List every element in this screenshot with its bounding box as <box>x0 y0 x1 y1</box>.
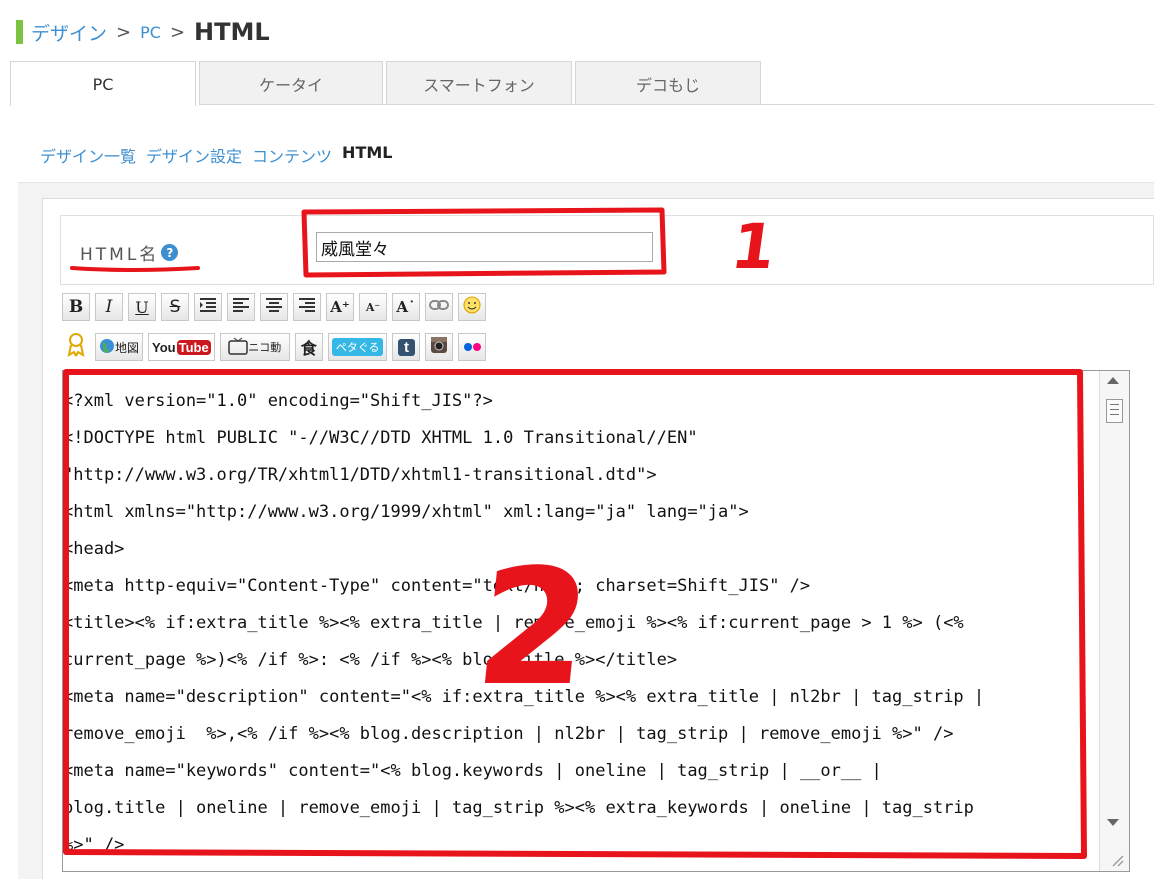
camera-icon <box>430 336 448 358</box>
tabs-divider <box>200 104 1154 105</box>
breadcrumb: デザイン > PC > HTML <box>16 18 270 46</box>
code-line[interactable]: <title><% if:extra_title %><% extra_titl… <box>63 605 1099 642</box>
smile-icon <box>463 296 481 318</box>
code-line[interactable]: current_page %>)<% /if %>: <% /if %><% b… <box>63 642 1099 679</box>
resize-handle-icon[interactable] <box>1110 852 1124 867</box>
format-toolbar: B I U S A⁺ A⁻ A˙ <box>62 293 486 321</box>
sub-navigation: デザイン一覧 デザイン設定 コンテンツ HTML <box>40 143 392 167</box>
map-button[interactable]: 地図 <box>95 333 144 361</box>
align-right-icon <box>298 297 316 317</box>
breadcrumb-marker <box>16 20 23 44</box>
align-center-button[interactable] <box>260 293 288 321</box>
breadcrumb-pc-link[interactable]: PC <box>140 23 161 42</box>
subnav-design-list[interactable]: デザイン一覧 <box>40 143 136 167</box>
code-line[interactable]: blog.title | oneline | remove_emoji | ta… <box>63 790 1099 827</box>
tab-pc[interactable]: PC <box>10 61 196 106</box>
food-button[interactable]: 食 <box>294 333 323 361</box>
help-icon[interactable]: ? <box>161 244 179 261</box>
html-name-input[interactable] <box>316 232 653 262</box>
code-line[interactable]: <!DOCTYPE html PUBLIC "-//W3C//DTD XHTML… <box>63 420 1099 457</box>
code-line[interactable]: <html xmlns="http://www.w3.org/1999/xhtm… <box>63 494 1099 531</box>
code-line[interactable]: <meta name="description" content="<% if:… <box>63 679 1099 716</box>
device-tabs: PC ケータイ スマートフォン デコもじ <box>10 61 764 106</box>
strikethrough-button[interactable]: S <box>161 293 189 321</box>
font-size-up-button[interactable]: A⁺ <box>326 293 354 321</box>
code-text[interactable]: <?xml version="1.0" encoding="Shift_JIS"… <box>63 383 1099 864</box>
tab-smartphone[interactable]: スマートフォン <box>386 61 572 105</box>
ribbon-icon <box>67 333 85 361</box>
nicovideo-button[interactable]: ニコ動 <box>219 333 290 361</box>
tab-decomoji[interactable]: デコもじ <box>575 61 761 105</box>
tumblr-button[interactable]: t <box>392 333 421 361</box>
indent-button[interactable] <box>194 293 222 321</box>
youtube-logo-tube: Tube <box>176 339 211 355</box>
html-name-label-text: HTML名 <box>80 245 160 265</box>
flickr-button[interactable] <box>458 333 487 361</box>
align-right-button[interactable] <box>293 293 321 321</box>
font-size-down-button[interactable]: A⁻ <box>359 293 387 321</box>
code-line[interactable]: %>" /> <box>63 827 1099 864</box>
scroll-up-arrow-icon[interactable] <box>1107 377 1119 384</box>
globe-icon <box>99 338 115 357</box>
youtube-logo-you: You <box>152 339 176 355</box>
tumblr-icon: t <box>397 338 415 356</box>
code-line[interactable]: <?xml version="1.0" encoding="Shift_JIS"… <box>63 383 1099 420</box>
ribbon-button[interactable] <box>62 333 90 361</box>
tv-icon <box>228 337 248 358</box>
code-line[interactable]: <meta name="keywords" content="<% blog.k… <box>63 753 1099 790</box>
editor-scrollbar[interactable] <box>1099 371 1129 871</box>
tab-keitai[interactable]: ケータイ <box>199 61 383 105</box>
breadcrumb-separator: > <box>169 21 186 43</box>
align-left-button[interactable] <box>227 293 255 321</box>
instagram-button[interactable] <box>425 333 454 361</box>
code-line[interactable]: <head> <box>63 531 1099 568</box>
subnav-design-settings[interactable]: デザイン設定 <box>146 143 242 167</box>
italic-button[interactable]: I <box>95 293 123 321</box>
flickr-icon <box>463 343 481 351</box>
align-left-icon <box>232 297 250 317</box>
scroll-down-arrow-icon[interactable] <box>1107 819 1119 826</box>
code-line[interactable]: remove_emoji %>,<% /if %><% blog.descrip… <box>63 716 1099 753</box>
subnav-html: HTML <box>342 143 393 162</box>
emoji-button[interactable] <box>458 293 486 321</box>
breadcrumb-design-link[interactable]: デザイン <box>31 19 107 46</box>
petaguru-label: ペタぐる <box>331 338 384 356</box>
underline-button[interactable]: U <box>128 293 156 321</box>
html-code-editor[interactable]: <?xml version="1.0" encoding="Shift_JIS"… <box>62 370 1130 872</box>
align-center-icon <box>265 297 283 317</box>
nicovideo-label: ニコ動 <box>248 341 282 354</box>
map-label: 地図 <box>115 340 140 355</box>
code-line[interactable]: "http://www.w3.org/TR/xhtml1/DTD/xhtml1-… <box>63 457 1099 494</box>
font-color-button[interactable]: A˙ <box>392 293 420 321</box>
link-icon <box>429 299 449 315</box>
page-title: HTML <box>194 18 270 46</box>
link-button[interactable] <box>425 293 453 321</box>
subnav-contents[interactable]: コンテンツ <box>252 143 332 167</box>
code-line[interactable]: <meta http-equiv="Content-Type" content=… <box>63 568 1099 605</box>
scroll-thumb[interactable] <box>1106 399 1123 423</box>
html-name-label: HTML名 ? <box>80 240 179 265</box>
bold-button[interactable]: B <box>62 293 90 321</box>
align-justify-icon <box>199 297 217 317</box>
breadcrumb-separator: > <box>116 21 132 43</box>
petaguru-button[interactable]: ペタぐる <box>327 333 388 361</box>
youtube-button[interactable]: You Tube <box>148 333 215 361</box>
insert-toolbar: 地図 You Tube ニコ動 食 ペタぐる t <box>62 333 487 361</box>
